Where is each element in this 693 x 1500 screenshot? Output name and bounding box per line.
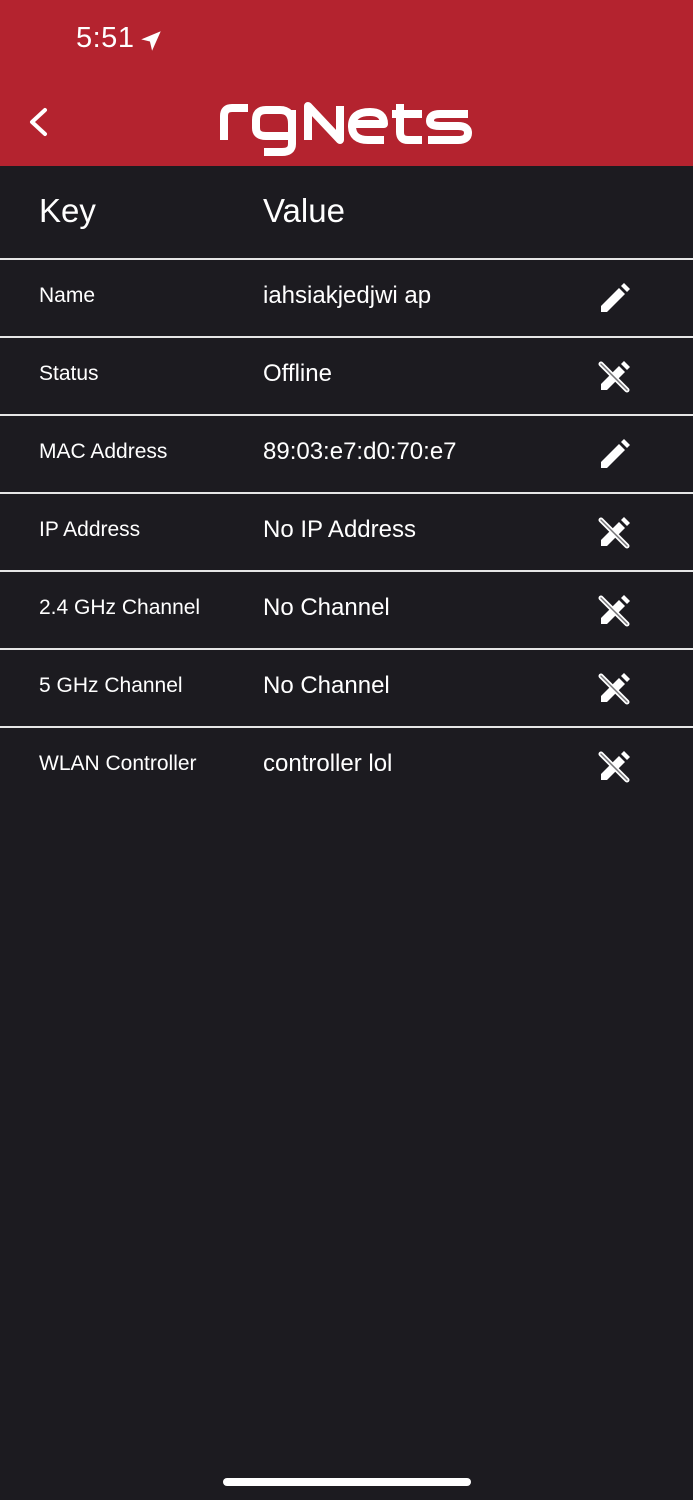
row-key: 2.4 GHz Channel bbox=[39, 596, 201, 619]
edit-disabled-icon[interactable] bbox=[595, 514, 633, 552]
table-row: WLAN Controller controller lol bbox=[0, 726, 693, 804]
edit-pencil-icon[interactable] bbox=[595, 436, 633, 474]
row-value: Offline bbox=[263, 360, 332, 387]
edit-disabled-icon[interactable] bbox=[595, 358, 633, 396]
table-header: Key Value bbox=[0, 166, 693, 258]
rgnets-logo bbox=[220, 102, 472, 156]
table-row: Name iahsiakjedjwi ap bbox=[0, 258, 693, 336]
back-button[interactable] bbox=[18, 100, 62, 144]
row-value: 89:03:e7:d0:70:e7 bbox=[263, 438, 457, 465]
home-indicator[interactable] bbox=[223, 1478, 471, 1486]
row-key: Status bbox=[39, 362, 99, 385]
key-column-header: Key bbox=[39, 192, 96, 229]
location-arrow-icon bbox=[141, 31, 161, 51]
row-key: MAC Address bbox=[39, 440, 168, 463]
edit-pencil-icon[interactable] bbox=[595, 280, 633, 318]
row-value: controller lol bbox=[263, 750, 393, 777]
table-row: 5 GHz Channel No Channel bbox=[0, 648, 693, 726]
edit-disabled-icon[interactable] bbox=[595, 592, 633, 630]
edit-disabled-icon[interactable] bbox=[595, 748, 633, 786]
row-value: iahsiakjedjwi ap bbox=[263, 282, 432, 309]
row-value: No IP Address bbox=[263, 516, 416, 543]
row-value: No Channel bbox=[263, 672, 390, 699]
row-key: WLAN Controller bbox=[39, 752, 197, 775]
row-key: 5 GHz Channel bbox=[39, 674, 183, 697]
table-row: MAC Address 89:03:e7:d0:70:e7 bbox=[0, 414, 693, 492]
edit-disabled-icon[interactable] bbox=[595, 670, 633, 708]
value-column-header: Value bbox=[263, 192, 345, 229]
table-row: IP Address No IP Address bbox=[0, 492, 693, 570]
row-value: No Channel bbox=[263, 594, 390, 621]
row-key: IP Address bbox=[39, 518, 141, 541]
key-value-list: Name iahsiakjedjwi ap Status Offline MAC… bbox=[0, 258, 693, 804]
app-header: 5:51 bbox=[0, 0, 693, 166]
table-row: 2.4 GHz Channel No Channel bbox=[0, 570, 693, 648]
status-time: 5:51 bbox=[76, 22, 135, 54]
table-row: Status Offline bbox=[0, 336, 693, 414]
row-key: Name bbox=[39, 284, 96, 307]
